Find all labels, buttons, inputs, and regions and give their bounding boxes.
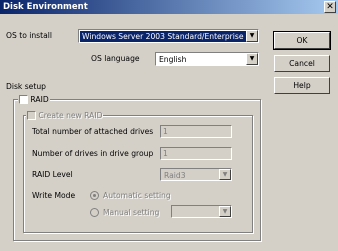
- chevron-down-icon[interactable]: ▼: [246, 30, 258, 42]
- raid-legend: RAID: [18, 94, 50, 105]
- write-mode-label: Write Mode: [32, 191, 76, 200]
- raid-checkbox[interactable]: [19, 94, 28, 104]
- os-to-install-label: OS to install: [6, 31, 52, 40]
- chevron-down-icon[interactable]: ▼: [246, 53, 258, 65]
- chevron-down-icon[interactable]: ▼: [219, 169, 231, 180]
- manual-setting-select[interactable]: ▼: [171, 205, 232, 218]
- create-raid-label: Create new RAID: [38, 111, 103, 120]
- os-language-label: OS language: [91, 54, 140, 63]
- create-raid-checkbox[interactable]: [27, 110, 36, 120]
- os-language-select[interactable]: English ▼: [155, 52, 259, 66]
- automatic-setting-label: Automatic setting: [103, 191, 171, 200]
- os-to-install-select[interactable]: Windows Server 2003 Standard/Enterprise …: [78, 29, 259, 43]
- cancel-button[interactable]: Cancel: [274, 55, 330, 72]
- disk-environment-dialog: Disk Environment ✕ OS to install Windows…: [0, 0, 338, 251]
- disk-setup-label: Disk setup: [6, 82, 46, 91]
- manual-setting-radio[interactable]: [90, 208, 99, 217]
- os-language-value: English: [159, 55, 187, 64]
- create-raid-legend: Create new RAID: [26, 110, 104, 121]
- total-drives-field[interactable]: 1: [160, 125, 232, 138]
- manual-setting-label: Manual setting: [103, 208, 160, 217]
- total-drives-label: Total number of attached drives: [32, 127, 154, 136]
- group-drives-field[interactable]: 1: [160, 147, 232, 160]
- chevron-down-icon[interactable]: ▼: [219, 206, 231, 217]
- group-drives-label: Number of drives in drive group: [32, 149, 154, 158]
- os-to-install-value: Windows Server 2003 Standard/Enterprise …: [80, 31, 258, 42]
- raid-checkbox-label: RAID: [30, 95, 49, 104]
- ok-button[interactable]: OK: [273, 31, 331, 50]
- total-drives-value: 1: [163, 127, 168, 136]
- raid-level-label: RAID Level: [32, 170, 73, 179]
- raid-level-value: Raid3: [164, 171, 186, 180]
- group-drives-value: 1: [163, 149, 168, 158]
- automatic-setting-radio[interactable]: [90, 191, 99, 200]
- raid-level-select[interactable]: Raid3 ▼: [160, 168, 232, 181]
- close-button[interactable]: ✕: [324, 1, 336, 13]
- close-icon: ✕: [326, 2, 334, 12]
- help-button[interactable]: Help: [274, 77, 330, 94]
- window-title: Disk Environment: [3, 2, 88, 12]
- title-bar: Disk Environment ✕: [0, 0, 338, 14]
